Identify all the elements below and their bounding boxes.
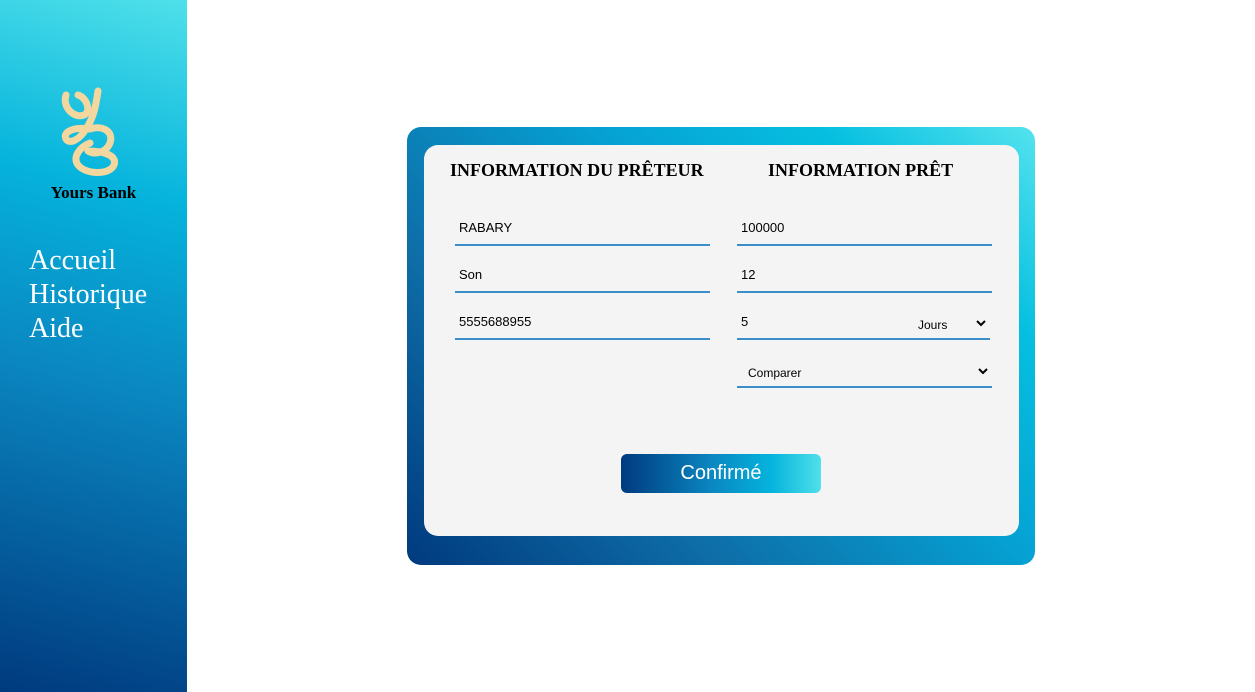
- compare-select-value: Comparer: [748, 366, 802, 380]
- confirm-button[interactable]: Confirmé: [621, 454, 821, 493]
- loan-form-card: INFORMATION DU PRÊTEUR INFORMATION PRÊT …: [424, 145, 1019, 536]
- chevron-down-icon: [978, 368, 988, 375]
- sidebar-nav: Accueil Historique Aide: [29, 244, 147, 346]
- loan-section-heading: INFORMATION PRÊT: [768, 160, 954, 180]
- lender-first-name-field[interactable]: [455, 257, 710, 293]
- duration-unit-value: Jours: [918, 318, 948, 332]
- sidebar: Yours Bank Accueil Historique Aide: [0, 0, 187, 692]
- nav-item-accueil[interactable]: Accueil: [29, 244, 147, 278]
- brand-name: Yours Bank: [50, 183, 137, 202]
- lender-phone-field[interactable]: [455, 304, 710, 340]
- loan-form-frame: INFORMATION DU PRÊTEUR INFORMATION PRÊT …: [407, 127, 1035, 565]
- nav-item-historique[interactable]: Historique: [29, 278, 147, 312]
- loan-rate-field[interactable]: [737, 257, 992, 293]
- yb-logo-icon: [61, 87, 119, 176]
- loan-duration-field[interactable]: [737, 304, 909, 340]
- compare-select[interactable]: Comparer: [737, 352, 992, 388]
- lender-section-heading: INFORMATION DU PRÊTEUR: [450, 160, 704, 180]
- nav-item-aide[interactable]: Aide: [29, 312, 147, 346]
- lender-last-name-field[interactable]: [455, 210, 710, 246]
- loan-amount-field[interactable]: [737, 210, 992, 246]
- chevron-down-icon: [976, 320, 986, 327]
- duration-unit-select[interactable]: Jours: [909, 304, 990, 340]
